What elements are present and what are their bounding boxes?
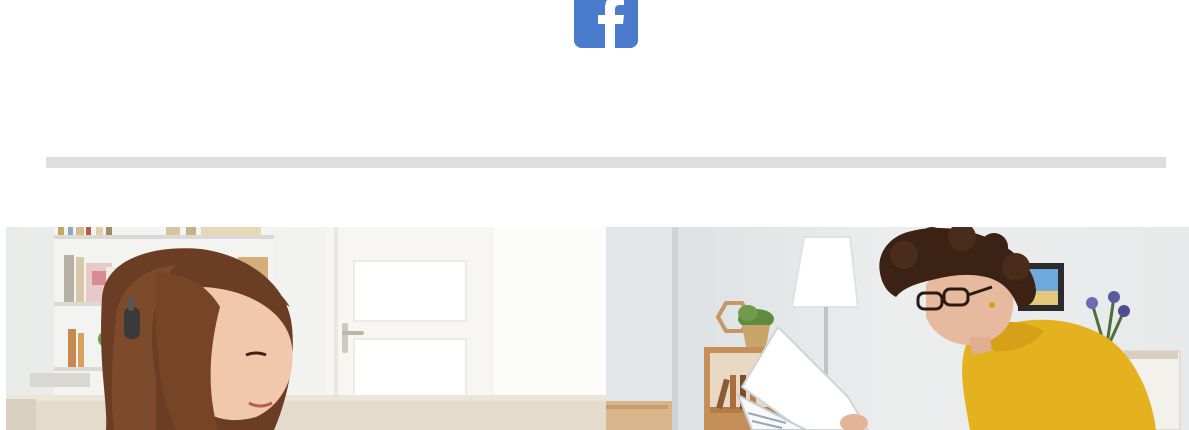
facebook-icon	[574, 0, 638, 48]
woman-reading-document-photo	[606, 227, 1189, 430]
woman-with-headphones-photo	[6, 227, 606, 430]
featured-image-card[interactable]	[606, 227, 1189, 430]
featured-image-card[interactable]	[6, 227, 606, 430]
page	[0, 0, 1189, 430]
section-divider	[46, 157, 1166, 168]
facebook-link[interactable]	[574, 0, 638, 48]
